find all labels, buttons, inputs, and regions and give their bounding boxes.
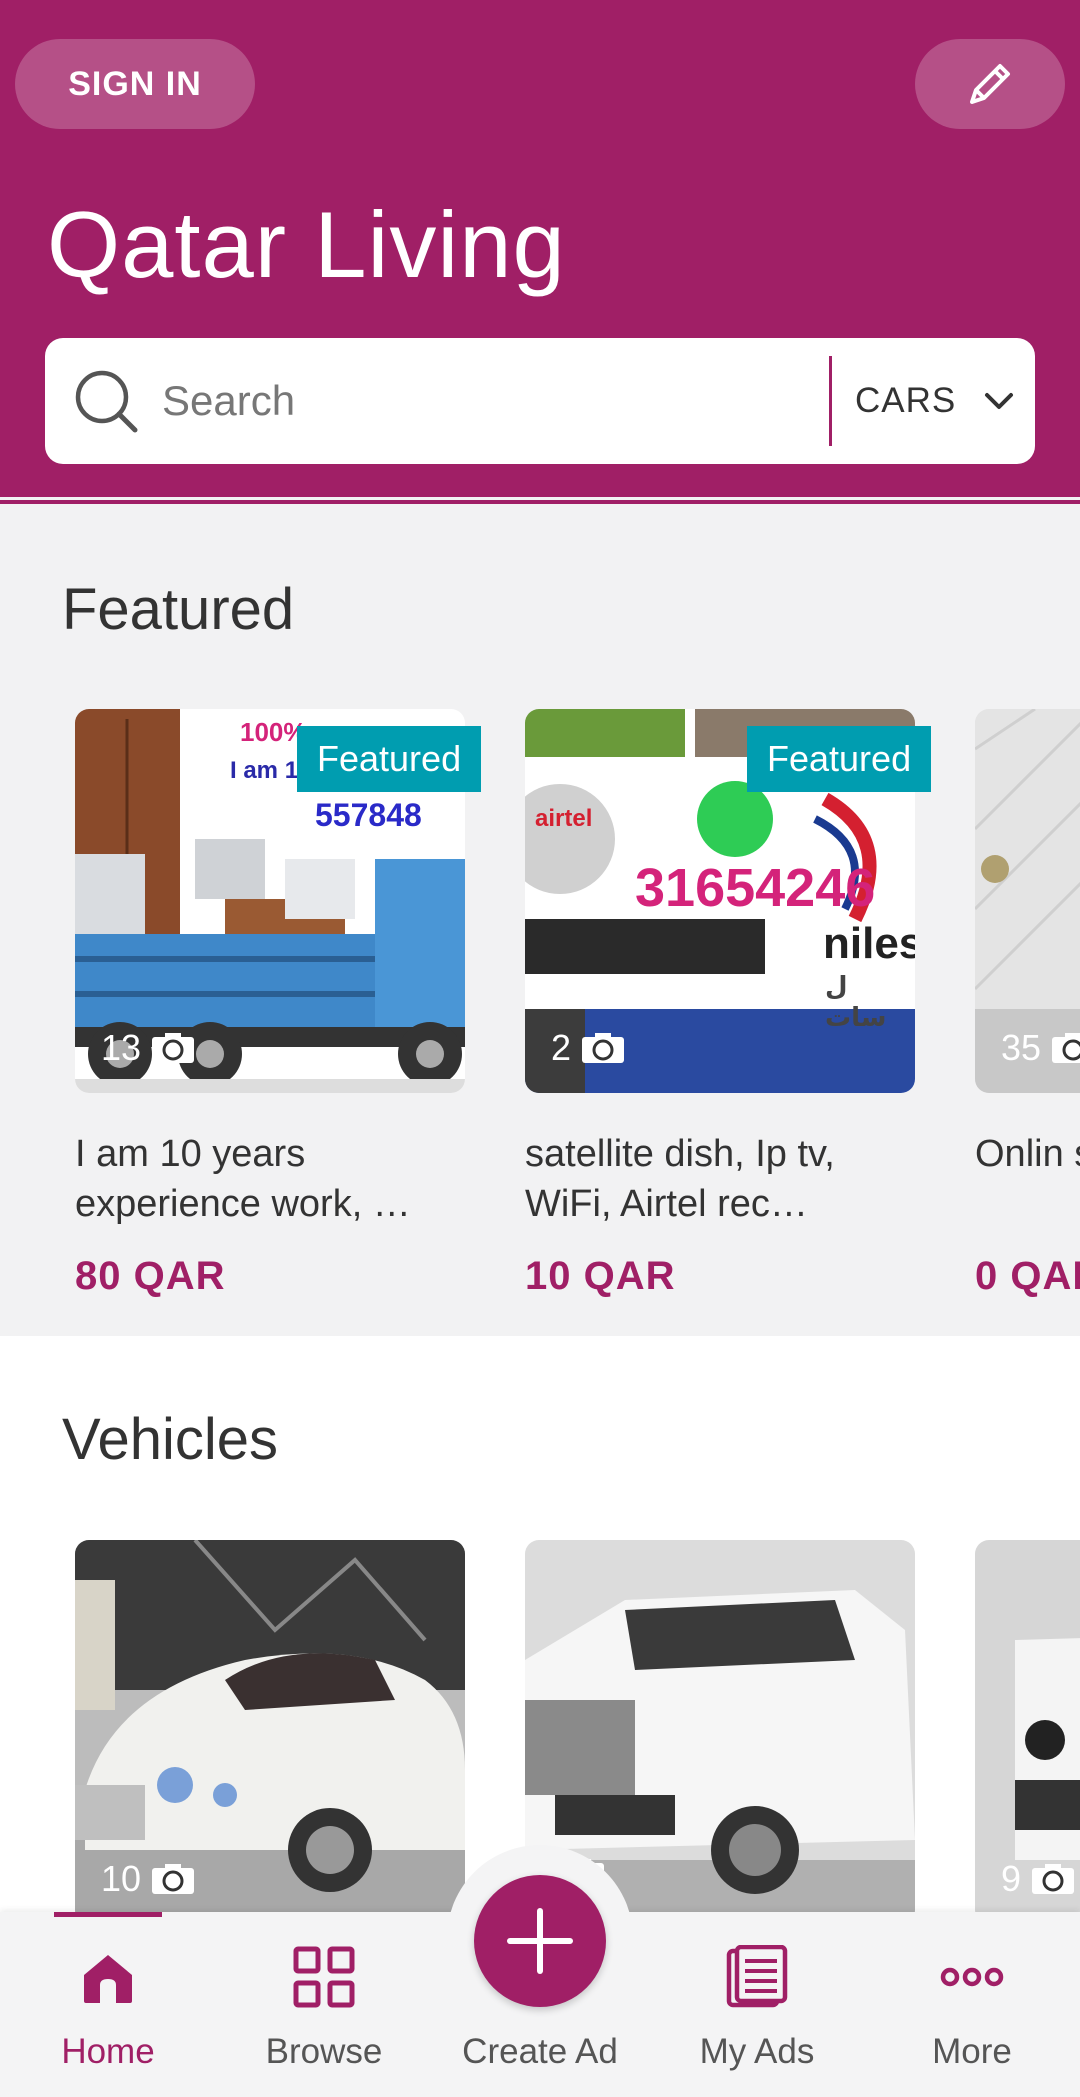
nav-more[interactable]: More <box>872 1930 1072 2080</box>
nav-home[interactable]: Home <box>8 1930 208 2080</box>
photo-count: 9 <box>1001 1858 1075 1900</box>
featured-badge: Featured <box>297 726 482 792</box>
photo-count: 2 <box>551 1027 625 1069</box>
image-text: 557848 <box>315 797 422 833</box>
listing-image[interactable]: 35 <box>975 709 1080 1093</box>
photo-count: 13 <box>101 1027 195 1069</box>
camera-icon <box>1052 1033 1080 1063</box>
listing-price: 80 QAR <box>75 1254 226 1298</box>
camera-icon <box>152 1864 195 1894</box>
listing-title[interactable]: Onlin shop <box>975 1129 1080 1179</box>
photo-count-value: 9 <box>1001 1858 1022 1899</box>
edit-button[interactable] <box>915 39 1065 129</box>
image-text: niles <box>823 919 915 968</box>
camera-icon <box>1032 1864 1075 1894</box>
featured-badge: Featured <box>747 726 932 792</box>
photo-count: 10 <box>101 1858 195 1900</box>
app-title: Qatar Living <box>47 192 566 297</box>
grid-icon <box>293 1946 355 2008</box>
image-text: airtel <box>535 805 593 832</box>
listing-image[interactable]: 9 <box>975 1540 1080 1924</box>
nav-active-indicator <box>54 1912 162 1917</box>
camera-icon <box>582 1033 625 1063</box>
listing-price: 10 QAR <box>525 1254 676 1298</box>
nav-label: Browse <box>265 2032 383 2071</box>
nav-label: Home <box>61 2032 155 2071</box>
image-text: 31654246 <box>635 858 876 918</box>
featured-card-3-clip: 35 Onlin shop 0 QAR <box>975 709 1080 1329</box>
home-icon <box>84 1955 132 2003</box>
listing-title[interactable]: satellite dish, Ip tv, WiFi, Airtel rec… <box>525 1129 925 1229</box>
photo-count-value: 35 <box>1001 1027 1042 1068</box>
category-dropdown[interactable]: CARS <box>845 356 1035 446</box>
vehicles-section-title: Vehicles <box>62 1407 279 1472</box>
featured-section: Featured 100% I am 10 557848 13 Featured… <box>0 504 1080 1336</box>
category-label: CARS <box>855 381 957 420</box>
photo-count-value: 2 <box>551 1027 572 1068</box>
listing-title[interactable]: I am 10 years experience work, … <box>75 1129 475 1229</box>
photo-count-value: 10 <box>101 1858 142 1899</box>
nav-my-ads[interactable]: My Ads <box>657 1930 857 2080</box>
more-dots-icon <box>940 1967 1004 1987</box>
search-input[interactable] <box>162 368 842 434</box>
camera-icon <box>152 1033 195 1063</box>
nav-label: My Ads <box>699 2032 815 2071</box>
image-text: ل سات <box>825 971 887 1032</box>
search-bar: CARS <box>45 338 1035 464</box>
photo-count: 35 <box>1001 1027 1080 1069</box>
nav-label: Create Ad <box>462 2032 618 2071</box>
search-icon <box>75 370 138 433</box>
photo-count-value: 13 <box>101 1027 142 1068</box>
pencil-icon <box>970 64 1010 104</box>
search-divider <box>829 356 832 446</box>
listing-price: 0 QAR <box>975 1254 1080 1298</box>
chevron-down-icon <box>985 393 1014 409</box>
nav-label: More <box>932 2032 1012 2071</box>
featured-section-title: Featured <box>62 577 295 642</box>
sign-in-button[interactable]: SIGN IN <box>15 39 255 129</box>
nav-browse[interactable]: Browse <box>224 1930 424 2080</box>
vehicle-card-3-clip: 9 <box>975 1540 1080 1924</box>
listing-image[interactable]: 10 <box>75 1540 465 1924</box>
document-stack-icon <box>726 1945 788 2008</box>
nav-create-ad[interactable]: Create Ad <box>440 1930 640 2080</box>
